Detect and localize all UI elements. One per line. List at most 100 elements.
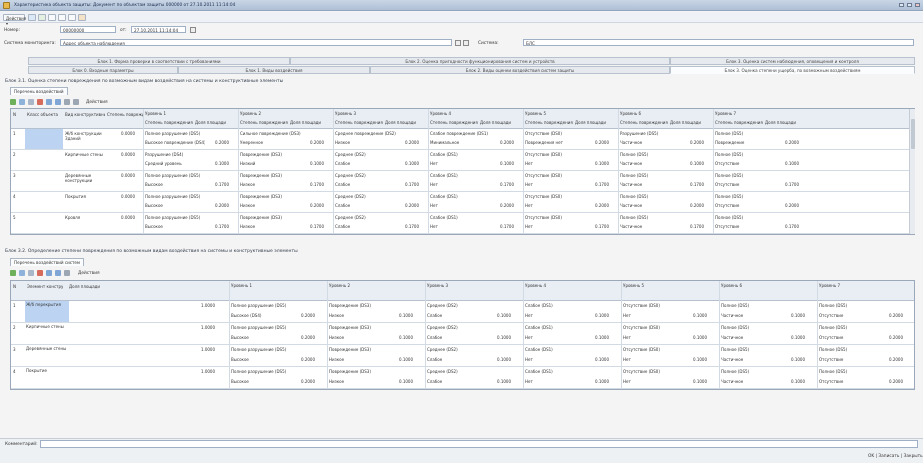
window-title: Характеристика объекта защиты: Документ …: [14, 3, 236, 8]
section2-actions[interactable]: Действия: [78, 271, 100, 276]
row-value: 0.0000: [121, 131, 135, 136]
level-degree: Слабое (DS1): [430, 152, 458, 157]
table-row[interactable]: 5 Кровля 0.0000 Полное разрушение (DS5) Высо…: [11, 213, 909, 234]
row-class-cell[interactable]: [25, 150, 63, 170]
refresh-icon[interactable]: [58, 14, 66, 21]
section2-grid-tab[interactable]: Перечень воздействий систем: [10, 258, 84, 266]
column-divider: [618, 192, 619, 213]
level-degree: Повреждение (DS3): [240, 152, 282, 157]
calendar-icon[interactable]: [190, 27, 196, 33]
sort-asc-icon[interactable]: [64, 270, 70, 276]
help-icon[interactable]: [78, 14, 86, 21]
level-share: 0.1000: [399, 313, 413, 318]
level-degree: Повреждение (DS3): [329, 347, 371, 352]
table-row[interactable]: 4 Покрытия 0.0000 Полное разрушение (DS5) Вы…: [11, 192, 909, 213]
close-icon[interactable]: [915, 3, 920, 7]
column-divider: [238, 213, 239, 234]
footer-buttons[interactable]: OK | Записать | Закрыть: [868, 454, 923, 459]
print-icon[interactable]: [48, 14, 56, 21]
tab-block-2[interactable]: Блок 2. Виды оценки воздействия систем з…: [370, 66, 670, 74]
minimize-icon[interactable]: [899, 3, 904, 7]
level-share: 0.2000: [301, 379, 315, 384]
scroll-thumb[interactable]: [911, 119, 915, 149]
row-class-cell[interactable]: [25, 129, 63, 149]
level-share: 0.1700: [595, 182, 609, 187]
copy-icon[interactable]: [19, 270, 25, 276]
level-share: 0.1000: [595, 357, 609, 362]
row-type[interactable]: Ж/б перекрытия: [25, 301, 69, 322]
level-share: 0.1700: [405, 182, 419, 187]
table-row[interactable]: 1 Ж/б конструкции Зданий 0.0000 Полное разр…: [11, 129, 909, 150]
level-share: 0.1700: [690, 182, 704, 187]
actions-button[interactable]: Действия ▾: [3, 14, 26, 26]
number-field[interactable]: 00000000: [60, 26, 116, 33]
delete-icon[interactable]: [37, 99, 43, 105]
delete-icon[interactable]: [37, 270, 43, 276]
add-icon[interactable]: [10, 270, 16, 276]
side-field[interactable]: БЛС: [523, 39, 914, 46]
level-degree: Среднее (DS2): [427, 303, 458, 308]
date-field[interactable]: 27.10.2011 11:14:04: [131, 26, 186, 33]
level-subtext: Отсутствие: [819, 335, 844, 340]
table-row[interactable]: 2 Кирпичные стены 1.0000 Полное разрушение …: [11, 323, 914, 345]
comment-field[interactable]: [40, 440, 918, 448]
subheader-degree: Степень повреждения: [620, 120, 668, 125]
column-divider: [523, 109, 524, 129]
row-number: 2: [13, 325, 16, 330]
table-row[interactable]: 1 Ж/б перекрытия 1.0000 Полное разрушение (…: [11, 301, 914, 323]
move-up-icon[interactable]: [46, 99, 52, 105]
level-subtext: Частичное: [620, 182, 643, 187]
table-row[interactable]: 2 Кирпичные стены 0.0000 Разрушение (DS4) Ср…: [11, 150, 909, 171]
row-number: 5: [13, 215, 16, 220]
column-divider: [333, 192, 334, 213]
save-icon[interactable]: [28, 14, 36, 21]
sort-desc-icon[interactable]: [73, 99, 79, 105]
level-degree: Полное разрушение (DS5): [145, 215, 201, 220]
move-down-icon[interactable]: [55, 270, 61, 276]
subheader-share: Доля площади: [575, 120, 607, 125]
select-icon[interactable]: [455, 40, 461, 46]
edit-icon[interactable]: [28, 270, 34, 276]
org-field[interactable]: Адрес объекта наблюдения: [60, 39, 452, 46]
section1-actions[interactable]: Действия: [86, 100, 108, 105]
row-type[interactable]: Покрытие: [25, 367, 69, 388]
row-class-cell[interactable]: [25, 171, 63, 191]
column-divider: [327, 301, 328, 323]
table-row[interactable]: 3 Деревянные конструкции 0.0000 Полное разр…: [11, 171, 909, 192]
level-degree: Отсутствие (DS0): [623, 369, 660, 374]
move-up-icon[interactable]: [46, 270, 52, 276]
tab-block-0[interactable]: Блок 0. Входные параметры: [28, 66, 178, 74]
row-class-cell[interactable]: [25, 192, 63, 212]
header-level: Уровень 5: [525, 111, 547, 116]
tab-top-1[interactable]: Блок 1. Форма проверки в соответствии с …: [28, 57, 290, 65]
row-class-cell[interactable]: [25, 213, 63, 233]
add-icon[interactable]: [10, 99, 16, 105]
edit-icon[interactable]: [28, 99, 34, 105]
column-divider: [333, 213, 334, 234]
tab-top-3[interactable]: Блок 3. Оценка систем наблюдения, оповещ…: [670, 57, 915, 65]
table-row[interactable]: 3 Деревянные стены 1.0000 Полное разрушение…: [11, 345, 914, 367]
level-degree: Полное (DS5): [715, 173, 744, 178]
row-type[interactable]: Кирпичные стены: [25, 323, 69, 344]
section1-grid-tab[interactable]: Перечень воздействий: [10, 87, 68, 95]
tab-block-1[interactable]: Блок 1. Виды воздействия: [178, 66, 370, 74]
maximize-icon[interactable]: [907, 3, 912, 7]
column-divider: [229, 323, 230, 345]
copy-icon[interactable]: [19, 99, 25, 105]
post-icon[interactable]: [38, 14, 46, 21]
tab-top-2[interactable]: Блок 2. Оценка пригодности функционирова…: [290, 57, 670, 65]
level-degree: Полное (DS5): [721, 369, 750, 374]
row-type[interactable]: Деревянные стены: [25, 345, 69, 366]
level-subtext: Нет: [525, 335, 533, 340]
move-down-icon[interactable]: [55, 99, 61, 105]
level-subtext: Низкое: [329, 357, 345, 362]
tab-block-3[interactable]: Блок 3. Оценка степени ущерба, по возмож…: [670, 66, 915, 74]
section2-header: N Элемент конструкции Доля площади Уровень …: [11, 281, 914, 301]
column-divider: [333, 150, 334, 171]
section1-scrollbar[interactable]: [909, 109, 915, 234]
table-row[interactable]: 4 Покрытие 1.0000 Полное разрушение (DS5) Вы…: [11, 367, 914, 389]
sort-asc-icon[interactable]: [64, 99, 70, 105]
open-icon[interactable]: [463, 40, 469, 46]
history-icon[interactable]: [68, 14, 76, 21]
column-divider: [719, 345, 720, 367]
